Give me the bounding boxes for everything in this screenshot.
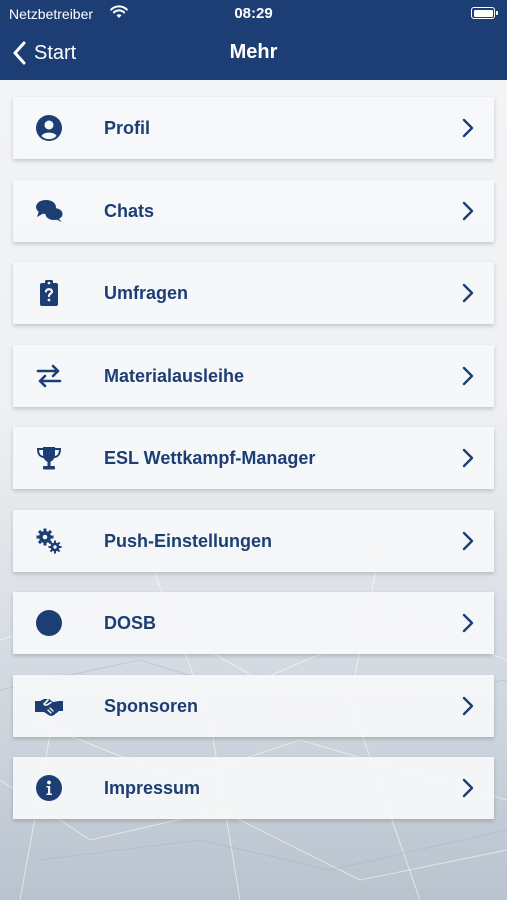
exchange-arrows-icon	[35, 362, 63, 390]
menu-item-profil[interactable]: Profil	[13, 97, 494, 159]
chevron-right-icon	[462, 613, 474, 633]
chevron-right-icon	[462, 118, 474, 138]
chevron-right-icon	[462, 283, 474, 303]
menu-item-impressum[interactable]: Impressum	[13, 757, 494, 819]
menu-item-label: Profil	[104, 118, 151, 138]
menu-item-esl-wettkampf-manager[interactable]: ESL Wettkampf-Manager	[13, 427, 494, 489]
chevron-right-icon	[462, 696, 474, 715]
menu-item-label: Sponsoren	[104, 695, 199, 716]
trophy-icon	[35, 444, 63, 472]
menu-item-sponsoren[interactable]: Sponsoren	[13, 674, 494, 737]
chevron-right-icon	[462, 201, 474, 220]
menu-item-label: ESL Wettkampf-Manager	[104, 448, 316, 468]
user-circle-icon	[35, 114, 63, 142]
menu-item-label: Umfragen	[104, 283, 189, 303]
status-bar: Netzbetreiber 08:29	[0, 0, 507, 28]
page-title: Mehr	[229, 41, 278, 63]
menu-list: Profil Chats Umfragen Materialausleihe E…	[13, 97, 494, 840]
menu-item-chats[interactable]: Chats	[13, 179, 494, 242]
chevron-right-icon	[462, 531, 474, 550]
navigation-bar: Start Mehr	[0, 28, 507, 80]
menu-item-dosb[interactable]: DOSB	[13, 592, 494, 654]
chat-bubbles-icon	[35, 197, 63, 225]
clipboard-question-icon	[35, 279, 63, 307]
handshake-icon	[35, 692, 63, 720]
status-time: 08:29	[234, 5, 273, 22]
battery-icon	[471, 7, 498, 19]
chevron-right-icon	[462, 448, 474, 468]
chevron-right-icon	[462, 366, 474, 385]
menu-item-label: Materialausleihe	[104, 365, 245, 386]
menu-item-umfragen[interactable]: Umfragen	[13, 262, 494, 324]
menu-item-materialausleihe[interactable]: Materialausleihe	[13, 344, 494, 407]
menu-item-label: DOSB	[104, 613, 157, 633]
menu-item-label: Chats	[104, 200, 155, 221]
circle-icon	[35, 609, 63, 637]
menu-item-label: Impressum	[104, 778, 201, 798]
menu-item-label: Push-Einstellungen	[104, 530, 273, 551]
info-circle-icon	[35, 774, 63, 802]
gears-icon	[35, 527, 63, 555]
chevron-right-icon	[462, 778, 474, 798]
menu-item-push-einstellungen[interactable]: Push-Einstellungen	[13, 509, 494, 572]
